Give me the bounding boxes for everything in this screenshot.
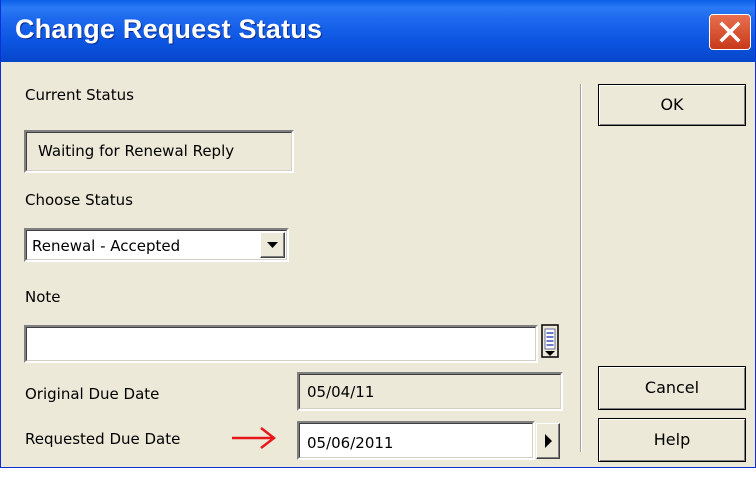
current-status-label: Current Status xyxy=(25,86,134,104)
dropdown-arrow-icon xyxy=(267,242,278,248)
ok-button-label: OK xyxy=(660,95,684,114)
cancel-button[interactable]: Cancel xyxy=(598,366,746,410)
annotation-arrow-icon xyxy=(232,427,277,449)
dialog-title: Change Request Status xyxy=(15,14,323,44)
choose-status-value: Renewal - Accepted xyxy=(32,237,181,255)
choose-status-label: Choose Status xyxy=(25,191,133,209)
date-picker-arrow-icon xyxy=(545,434,552,448)
requested-due-date-label: Requested Due Date xyxy=(25,430,181,448)
title-bar[interactable]: Change Request Status xyxy=(1,0,755,62)
close-icon xyxy=(719,21,741,43)
original-due-date-field: 05/04/11 xyxy=(297,372,563,411)
original-due-date-value: 05/04/11 xyxy=(307,383,375,401)
help-button[interactable]: Help xyxy=(598,418,746,462)
note-editor-button[interactable] xyxy=(540,324,560,364)
note-editor-icon xyxy=(541,324,559,358)
requested-due-date-value: 05/06/2011 xyxy=(307,434,394,452)
original-due-date-label: Original Due Date xyxy=(25,385,160,403)
current-status-field: Waiting for Renewal Reply xyxy=(24,130,294,173)
choose-status-dropdown-button[interactable] xyxy=(260,232,285,258)
current-status-value: Waiting for Renewal Reply xyxy=(38,142,235,160)
vertical-divider xyxy=(580,84,582,452)
note-input[interactable] xyxy=(24,325,538,363)
requested-due-date-input[interactable]: 05/06/2011 xyxy=(297,421,535,460)
note-label: Note xyxy=(25,288,61,306)
choose-status-select[interactable]: Renewal - Accepted xyxy=(24,228,289,262)
cancel-button-label: Cancel xyxy=(644,378,700,397)
change-request-status-dialog: Change Request Status Current Status Wai… xyxy=(0,0,756,468)
date-picker-button[interactable] xyxy=(536,423,560,459)
help-button-label: Help xyxy=(653,430,691,449)
close-button[interactable] xyxy=(709,14,751,50)
ok-button[interactable]: OK xyxy=(598,84,746,126)
